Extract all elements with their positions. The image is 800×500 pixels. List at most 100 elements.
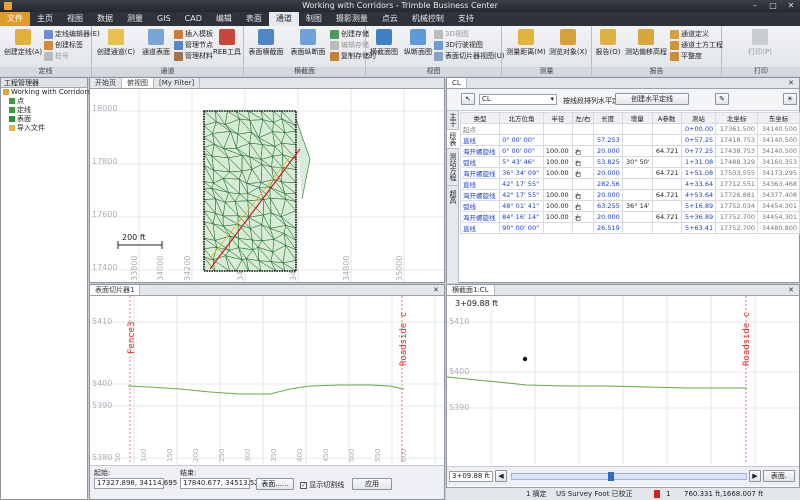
table-cell: 右 bbox=[571, 189, 594, 201]
tree-item-imported-files[interactable]: 导入文件 bbox=[1, 124, 87, 133]
menu-tab-cad[interactable]: CAD bbox=[178, 12, 209, 26]
side-tab-superelevation[interactable]: 超高 bbox=[447, 186, 459, 208]
table-row[interactable]: 直线 42° 17' 55" 282.56 4+33.64 17712.551 34363… bbox=[459, 178, 800, 190]
corridor-earthworks-button[interactable]: 通道土方工程 bbox=[670, 40, 723, 50]
menu-tab-photogrammetry[interactable]: 摄影测量 bbox=[329, 12, 375, 26]
reb-tool-button[interactable]: REB工具 bbox=[212, 29, 242, 57]
menu-tab-surface[interactable]: 表面 bbox=[239, 12, 269, 26]
survey-distance-button[interactable]: 测量距离(M) bbox=[506, 29, 546, 57]
close-icon[interactable]: ✕ bbox=[783, 285, 799, 295]
apply-button[interactable]: 应用 bbox=[352, 478, 392, 490]
print-button[interactable]: 打印(P) bbox=[742, 29, 778, 57]
plan-view-canvas[interactable]: 18000 17800 17600 17400 33800 34000 3420… bbox=[90, 89, 444, 282]
station-slider-thumb[interactable] bbox=[608, 472, 614, 481]
previous-station-button[interactable]: ◀ bbox=[495, 470, 507, 482]
menu-tab-drafting[interactable]: 制图 bbox=[299, 12, 329, 26]
menu-tab-gis[interactable]: GIS bbox=[150, 12, 178, 26]
paint-tool-button[interactable]: ✎ bbox=[715, 93, 729, 105]
side-tab-main[interactable]: 主干 bbox=[447, 111, 459, 130]
report-icon bbox=[600, 29, 616, 45]
table-row[interactable]: 直线 0° 00' 00" 57.253 0+57.25 17418.753 34140.… bbox=[459, 134, 800, 146]
table-row[interactable]: 海开螺旋线 42° 17' 55" 100.00 右 20.000 64.721 4+53.… bbox=[459, 189, 800, 201]
table-cell bbox=[621, 145, 653, 157]
tab-start-page[interactable]: 开始页 bbox=[90, 78, 122, 88]
station-offset-elevation-button[interactable]: 测站偏移高程 bbox=[624, 29, 668, 57]
tab-cl[interactable]: CL bbox=[447, 78, 467, 88]
station-slider[interactable] bbox=[511, 472, 747, 481]
pick-alignment-button[interactable]: ↖ bbox=[461, 93, 475, 105]
menu-tab-point-cloud[interactable]: 点云 bbox=[375, 12, 405, 26]
menu-tab-survey[interactable]: 测量 bbox=[120, 12, 150, 26]
menu-tab-home[interactable]: 主页 bbox=[30, 12, 60, 26]
flatness-button[interactable]: 平整度 bbox=[670, 51, 702, 61]
table-cell: 0° 00' 00" bbox=[499, 145, 544, 157]
manage-nodes-button[interactable]: 管理节点 bbox=[174, 40, 213, 50]
tree-item-points[interactable]: 点 bbox=[1, 97, 87, 106]
cross-section-canvas[interactable]: 3+09.88 ft 5410 5400 5390 Roadside c bbox=[447, 296, 799, 464]
slicer-canvas[interactable]: 5410 5400 5390 5380 50 100 150 200 250 300 350… bbox=[90, 296, 444, 464]
menu-tab-support[interactable]: 支持 bbox=[451, 12, 481, 26]
corridor-surface-button[interactable]: 通道表面 bbox=[140, 29, 172, 57]
surface-slicer-view-button[interactable]: 表面切片器视图(U) bbox=[434, 51, 505, 61]
view-3d-button[interactable]: 3D视图 bbox=[434, 29, 469, 39]
table-row[interactable]: 弧线 5° 43' 46" 100.00 右 53.825 30° 50' 1+31.08 1… bbox=[459, 156, 800, 168]
close-icon[interactable]: ✕ bbox=[428, 285, 444, 295]
tab-cross-section[interactable]: 横截面1:CL bbox=[447, 285, 495, 295]
surface-select-button[interactable]: 表面...... bbox=[256, 478, 294, 490]
table-cell: 直线 bbox=[459, 178, 501, 190]
survey-target-button[interactable]: 测览对象(X) bbox=[548, 29, 588, 57]
table-row[interactable]: 海开螺旋线 0° 00' 00" 100.00 右 20.000 64.721 0+77.2… bbox=[459, 145, 800, 157]
end-coordinate-field[interactable]: 17840.677, 34513.525 bbox=[180, 478, 263, 489]
menu-tab-data[interactable]: 数据 bbox=[90, 12, 120, 26]
report-button[interactable]: 报告(O) bbox=[594, 29, 622, 57]
column-header-radius: 半径 bbox=[542, 112, 573, 124]
close-icon[interactable]: ✕ bbox=[782, 0, 800, 12]
manage-materials-button[interactable]: 管理材料 bbox=[174, 51, 213, 61]
edit-storage-button[interactable]: 编辑存储 bbox=[330, 40, 369, 50]
cross-section-view-button[interactable]: 横截面图 bbox=[368, 29, 400, 57]
menu-tab-corridor[interactable]: 通道 bbox=[268, 12, 299, 26]
corridor-definition-button[interactable]: 通道定义 bbox=[670, 29, 709, 39]
table-cell bbox=[592, 123, 623, 135]
show-cut-lines-toggle[interactable]: ✓ 显示切割线 bbox=[300, 480, 344, 490]
maximize-icon[interactable]: □ bbox=[764, 0, 782, 12]
options-button[interactable]: ☀ bbox=[783, 93, 797, 105]
menu-tab-edit[interactable]: 编辑 bbox=[209, 12, 239, 26]
tab-surface-slicer[interactable]: 表面切片器1 bbox=[90, 285, 141, 295]
create-label-button[interactable]: 创建标签 bbox=[44, 40, 83, 50]
table-row[interactable]: 直线 90° 00' 00" 26.519 5+63.41 17752.700 34480… bbox=[459, 222, 800, 234]
tab-my-filter[interactable]: [My Filter] bbox=[154, 78, 201, 88]
surface-profile-button[interactable]: 表面纵断面 bbox=[288, 29, 328, 57]
tree-item-alignments[interactable]: 定线 bbox=[1, 106, 87, 115]
side-tab-station-equations[interactable]: 测站方程 bbox=[447, 149, 459, 186]
create-horizontal-alignment-button[interactable]: 创建水平定线 bbox=[615, 93, 689, 105]
menu-tab-machine-control[interactable]: 机械控制 bbox=[405, 12, 451, 26]
table-row[interactable]: 弧线 48° 01' 41" 100.00 右 63.255 36° 14' 5+16.89… bbox=[459, 200, 800, 212]
start-coordinate-field[interactable]: 17327.898, 34114.695 bbox=[94, 478, 177, 489]
create-storage-button[interactable]: 创建存储 bbox=[330, 29, 369, 39]
insert-template-button[interactable]: 插入模板 bbox=[174, 29, 213, 39]
tab-plan-view[interactable]: 俯视图 bbox=[122, 78, 154, 88]
ribbon-group-view: 横截面图 纵断面图 3D视图 3D行驶视图 表面切片器视图(U) 视图 bbox=[366, 26, 505, 76]
profile-view-button[interactable]: 纵断面图 bbox=[402, 29, 434, 57]
create-alignment-button[interactable]: 创建定线(A) bbox=[3, 29, 43, 57]
next-station-button[interactable]: ▶ bbox=[749, 470, 761, 482]
alignment-select[interactable]: CL ▾ bbox=[479, 94, 557, 105]
checkbox-icon[interactable]: ✓ bbox=[300, 481, 307, 489]
menu-file[interactable]: 文件 bbox=[0, 12, 30, 26]
table-row[interactable]: 海开螺旋线 36° 34' 09" 100.00 右 20.000 64.721 1+51.… bbox=[459, 167, 800, 179]
tree-item-surfaces[interactable]: 表面 bbox=[1, 115, 87, 124]
surface-select-button[interactable]: 表面. bbox=[763, 470, 795, 482]
tree-item-project[interactable]: Working with Corridors bbox=[1, 88, 91, 97]
station-button[interactable]: 桩号 bbox=[44, 51, 69, 61]
table-row[interactable]: 起点 0+00.00 17361.500 34140.500 bbox=[459, 123, 800, 135]
minimize-icon[interactable]: – bbox=[746, 0, 764, 12]
station-input[interactable]: 3+09.88 ft bbox=[449, 471, 493, 482]
menu-tab-view[interactable]: 视图 bbox=[60, 12, 90, 26]
close-icon[interactable]: ✕ bbox=[783, 78, 799, 88]
table-row[interactable]: 海开螺旋线 84° 16' 14" 100.00 右 20.000 64.721 5+36.… bbox=[459, 211, 800, 223]
view-3d-drive-button[interactable]: 3D行驶视图 bbox=[434, 40, 483, 50]
create-corridor-button[interactable]: 创建通道(C) bbox=[96, 29, 136, 57]
surface-cross-section-button[interactable]: 表面横截面 bbox=[246, 29, 286, 57]
side-tab-segments[interactable]: 段表 bbox=[447, 130, 459, 149]
